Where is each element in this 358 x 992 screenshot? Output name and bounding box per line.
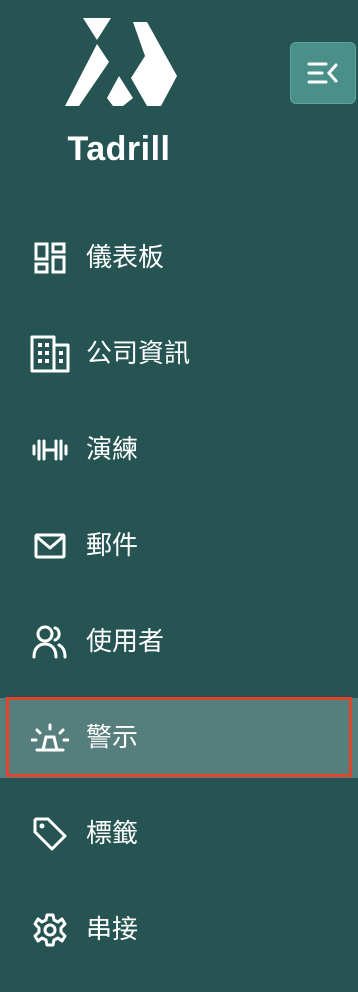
users-icon xyxy=(30,622,70,662)
sidebar-item-label: 演練 xyxy=(86,435,139,465)
tadrill-logo-mark-icon xyxy=(65,18,177,106)
sidebar-item-tags[interactable]: 標籤 xyxy=(0,794,358,874)
brand-logo[interactable]: Tadrill xyxy=(58,16,178,168)
building-icon xyxy=(30,334,70,374)
sidebar-item-integrations[interactable]: 串接 xyxy=(0,890,358,970)
sidebar-item-label: 儀表板 xyxy=(86,243,165,273)
sidebar-item-label: 警示 xyxy=(86,723,139,753)
sidebar-item-label: 公司資訊 xyxy=(86,339,191,369)
sidebar-item-company-info[interactable]: 公司資訊 xyxy=(0,314,358,394)
sidebar-item-label: 標籤 xyxy=(86,819,139,849)
tag-icon xyxy=(30,814,70,854)
mail-icon xyxy=(30,526,70,566)
sidebar-item-drills[interactable]: 演練 xyxy=(0,410,358,490)
sidebar-item-users[interactable]: 使用者 xyxy=(0,602,358,682)
dumbbell-icon xyxy=(30,430,70,470)
sidebar-item-label: 使用者 xyxy=(86,627,165,657)
settings-gear-icon xyxy=(30,910,70,950)
collapse-sidebar-button[interactable] xyxy=(290,42,356,104)
sidebar-item-dashboard[interactable]: 儀表板 xyxy=(0,218,358,298)
dashboard-icon xyxy=(30,238,70,278)
sidebar-item-mail[interactable]: 郵件 xyxy=(0,506,358,586)
brand-name: Tadrill xyxy=(67,130,171,168)
sidebar-item-alerts[interactable]: 警示 xyxy=(0,698,358,778)
collapse-menu-icon xyxy=(307,62,338,84)
sidebar: Tadrill 儀表板 公司資訊 演練 郵件 使用者 警示 標籤 串接 xyxy=(0,0,358,992)
sidebar-item-label: 郵件 xyxy=(86,531,139,561)
sidebar-item-label: 串接 xyxy=(86,915,139,945)
alert-siren-icon xyxy=(30,718,70,758)
